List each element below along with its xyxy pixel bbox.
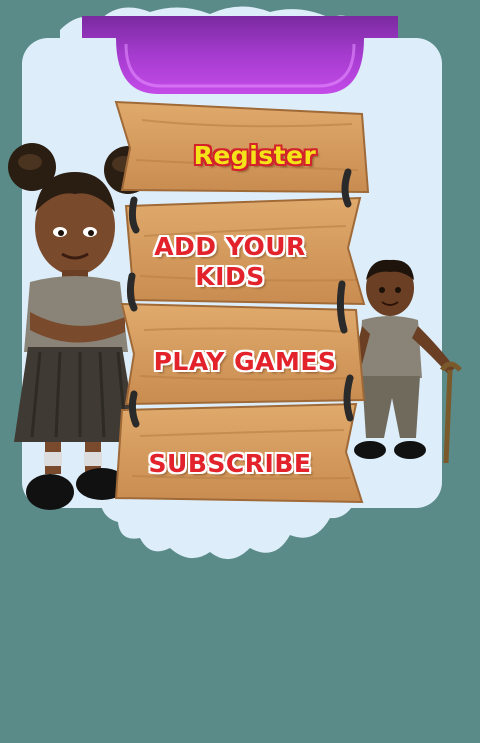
subscribe-button[interactable]: SUBSCRIBE (110, 449, 350, 479)
purple-banner (82, 16, 398, 94)
rope-ties (126, 168, 354, 428)
game-menu-screen: Register ADD YOUR KIDS PLAY GAMES SUBSCR… (0, 0, 480, 743)
